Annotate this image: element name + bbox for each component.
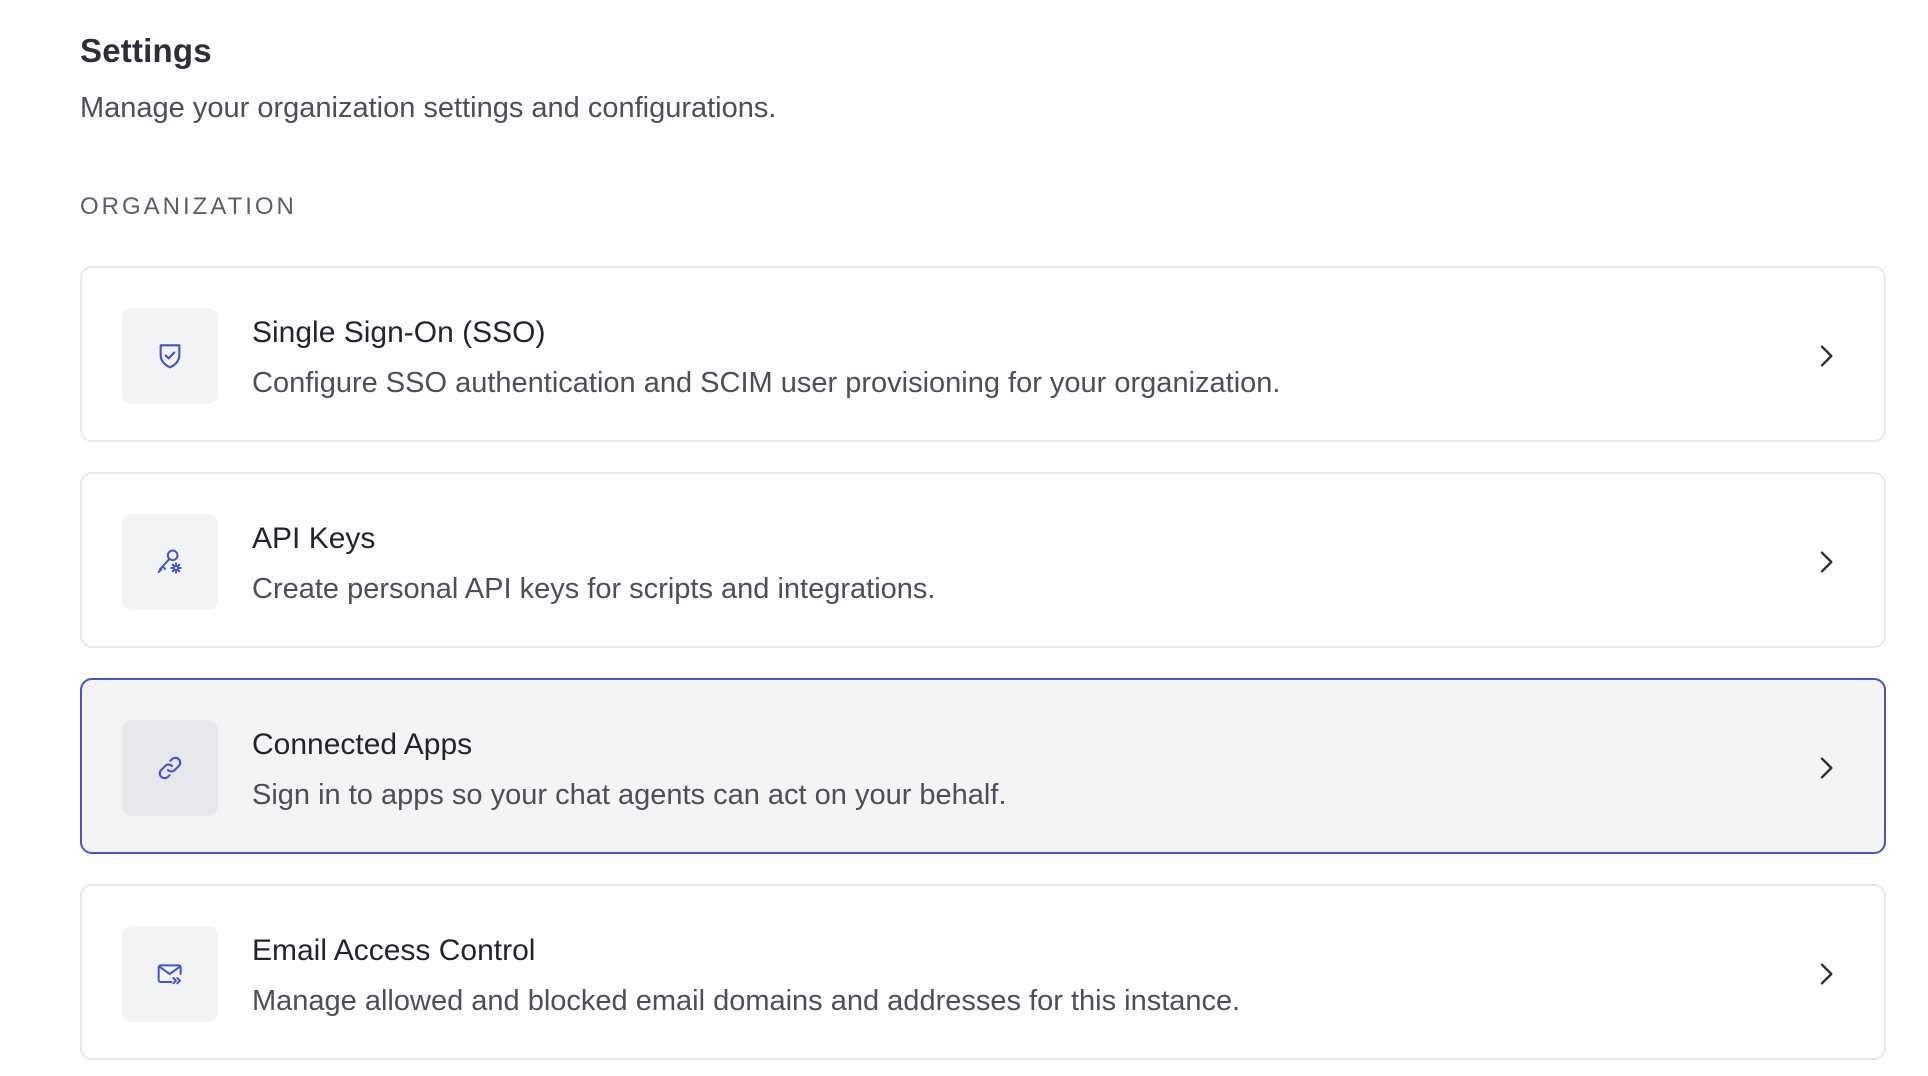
card-description: Manage allowed and blocked email domains… [252, 985, 1241, 1017]
card-icon-container [122, 926, 218, 1022]
page-subtitle: Manage your organization settings and co… [80, 92, 777, 124]
chevron-right-icon [1820, 551, 1833, 573]
page-title: Settings [80, 32, 212, 69]
chevron-right-icon [1820, 345, 1833, 367]
card-title: Email Access Control [252, 934, 536, 967]
card-title: Single Sign-On (SSO) [252, 316, 546, 349]
card-icon-container [122, 720, 218, 816]
card-description: Configure SSO authentication and SCIM us… [252, 367, 1281, 399]
card-description: Create personal API keys for scripts and… [252, 573, 936, 605]
section-label-organization: ORGANIZATION [80, 193, 297, 220]
card-description: Sign in to apps so your chat agents can … [252, 779, 1007, 811]
card-title: Connected Apps [252, 728, 473, 761]
card-title: API Keys [252, 522, 376, 555]
chevron-right-icon [1820, 757, 1833, 779]
settings-card-email-access-control[interactable]: Email Access Control Manage allowed and … [80, 884, 1886, 1060]
mail-forward-icon [157, 964, 182, 985]
key-icon [157, 549, 182, 574]
shield-check-icon [159, 344, 181, 369]
settings-page: Settings Manage your organization settin… [0, 0, 1928, 1076]
link-icon [158, 756, 182, 780]
chevron-right-icon [1820, 963, 1833, 985]
settings-card-api-keys[interactable]: API Keys Create personal API keys for sc… [80, 472, 1886, 648]
card-icon-container [122, 308, 218, 404]
settings-card-sso[interactable]: Single Sign-On (SSO) Configure SSO authe… [80, 266, 1886, 442]
settings-card-connected-apps[interactable]: Connected Apps Sign in to apps so your c… [80, 678, 1886, 854]
card-icon-container [122, 514, 218, 610]
